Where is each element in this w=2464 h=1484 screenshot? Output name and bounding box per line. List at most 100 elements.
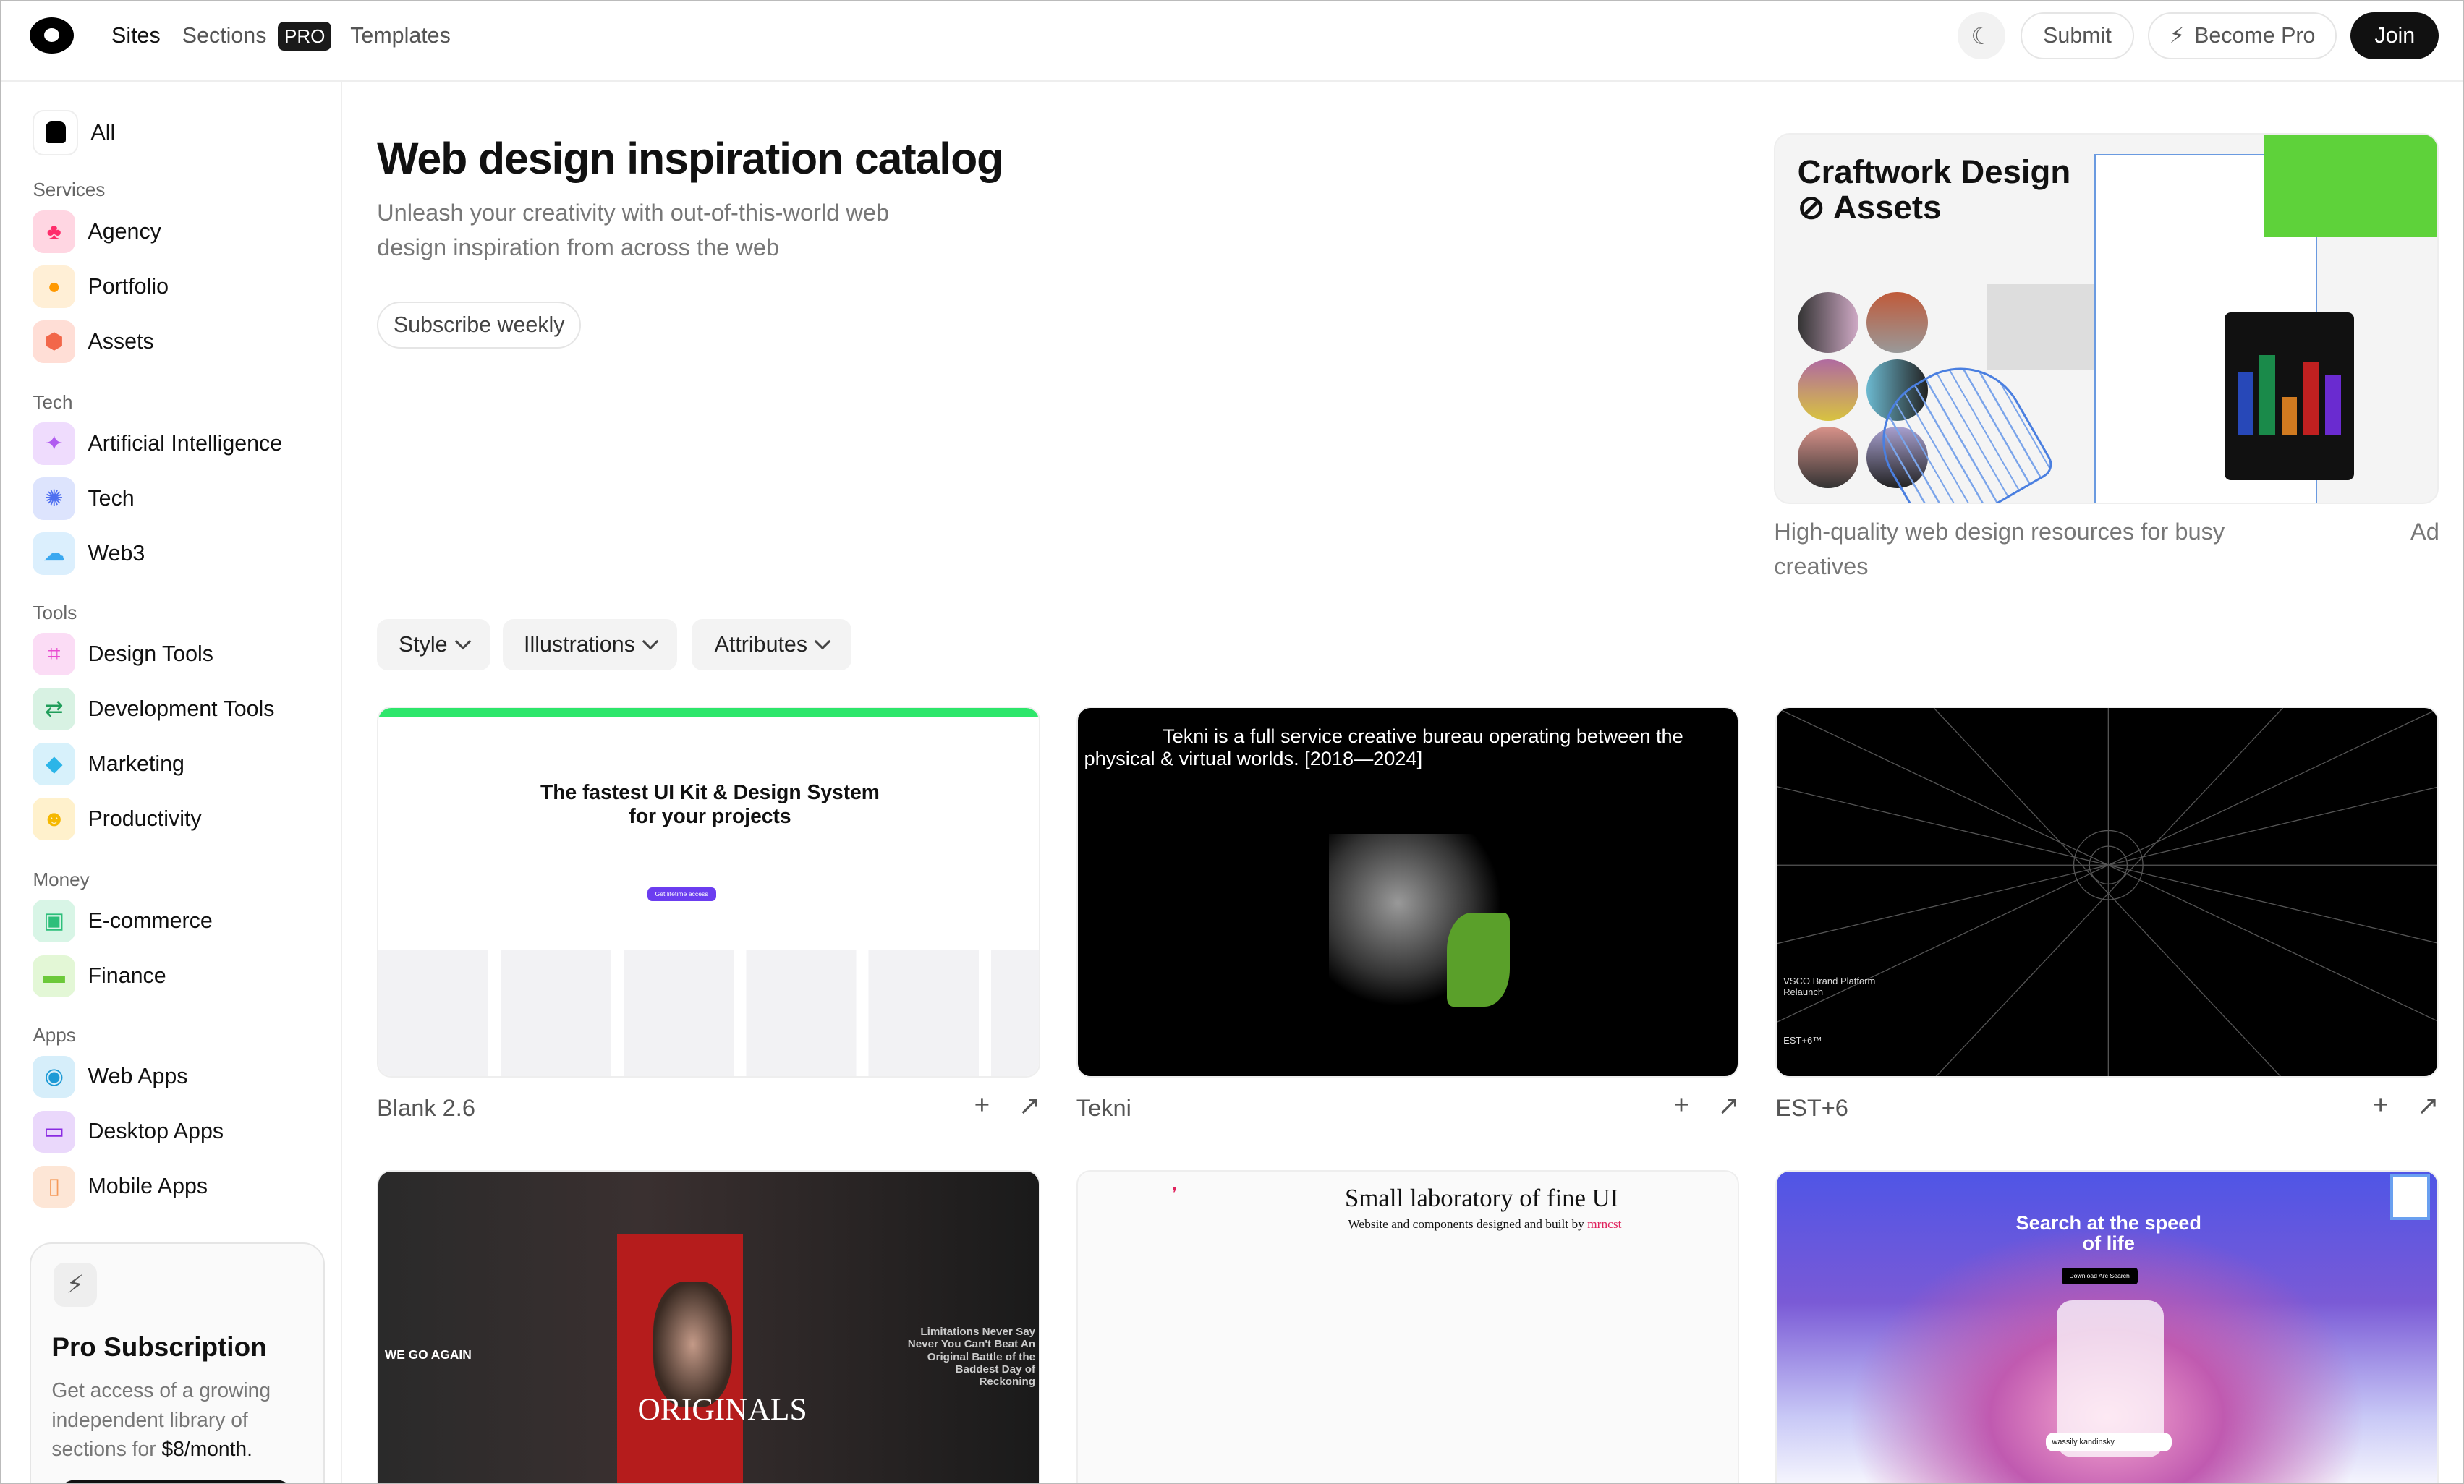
sidebar-item-agency[interactable]: ♣ Agency <box>33 210 161 253</box>
sidebar-item-productivity[interactable]: ☻ Productivity <box>33 798 202 840</box>
become-pro-label: Become Pro <box>2194 23 2316 48</box>
chevron-down-icon <box>642 633 659 650</box>
thumb-side-text: Limitations Never Say Never You Can't Be… <box>907 1325 1036 1389</box>
nav-sites[interactable]: Sites <box>111 23 161 48</box>
sidebar-item-web3[interactable]: ☁ Web3 <box>33 532 145 575</box>
qr-code-icon <box>2389 1174 2431 1220</box>
sidebar-item-marketing[interactable]: ◆ Marketing <box>33 743 184 785</box>
theme-toggle-button[interactable]: ☾ <box>1958 12 2005 60</box>
category-icon: ⇄ <box>33 688 76 730</box>
nav-sections[interactable]: Sections <box>182 23 267 48</box>
category-icon: ⌗ <box>33 633 76 675</box>
site-thumbnail-arc-search[interactable]: Search at the speed of life Download Arc… <box>1775 1170 2439 1483</box>
sidebar-item-label: Design Tools <box>88 641 213 667</box>
filter-style-dropdown[interactable]: Style <box>377 618 490 671</box>
page-subtitle: Unleash your creativity with out-of-this… <box>377 200 890 261</box>
site-name[interactable]: Blank 2.6 <box>377 1095 475 1122</box>
ad-brand-suffix: Assets <box>1832 189 1942 226</box>
ad-brand-name: Craftwork Design <box>1797 153 2071 190</box>
site-name[interactable]: EST+6 <box>1775 1095 1848 1122</box>
sidebar-item-tech[interactable]: ✺ Tech <box>33 477 135 520</box>
site-thumbnail-est6[interactable]: VSCO Brand Platform Relaunch EST+6™ <box>1775 707 2439 1078</box>
sidebar-item-web-apps[interactable]: ◉ Web Apps <box>33 1055 188 1099</box>
thumb-headline: The fastest UI Kit & Design System for y… <box>540 780 880 827</box>
pro-card-price: $8/month <box>161 1436 247 1460</box>
submit-button[interactable]: Submit <box>2021 12 2134 60</box>
category-icon: ▯ <box>33 1165 76 1208</box>
filter-illustrations-dropdown[interactable]: Illustrations <box>502 618 678 671</box>
thumb-previews <box>378 950 1039 1076</box>
category-icon: ▣ <box>33 900 76 943</box>
nav-templates[interactable]: Templates <box>350 23 451 48</box>
sidebar-item-assets[interactable]: ⬢ Assets <box>33 320 154 363</box>
sidebar-item-portfolio[interactable]: ● Portfolio <box>33 265 169 308</box>
sidebar-item-artificial-intelligence[interactable]: ✦ Artificial Intelligence <box>33 422 282 465</box>
thumb-sub: Website and components designed and buil… <box>1348 1217 1621 1232</box>
filter-attributes-dropdown[interactable]: Attributes <box>691 618 852 671</box>
thumb-sub: EST+6™ <box>1783 1035 1822 1046</box>
subscribe-weekly-button[interactable]: Subscribe weekly <box>377 301 582 349</box>
arrow-up-right-icon[interactable]: ↗ <box>1717 1090 1740 1121</box>
craftwork-logo-icon: ⊘ <box>1797 189 1825 226</box>
sidebar-item-mobile-apps[interactable]: ▯ Mobile Apps <box>33 1165 208 1208</box>
pro-card-button[interactable] <box>53 1479 299 1483</box>
sidebar-item-desktop-apps[interactable]: ▭ Desktop Apps <box>33 1110 224 1153</box>
sidebar-item-all[interactable]: All <box>33 109 115 155</box>
sidebar-item-development-tools[interactable]: ⇄ Development Tools <box>33 688 275 730</box>
sidebar-item-label: Productivity <box>88 806 202 832</box>
site-thumbnail-tekni[interactable]: Tekni is a full service creative bureau … <box>1076 707 1740 1078</box>
chevron-down-icon <box>454 633 471 650</box>
sidebar-item-label: Agency <box>88 218 161 244</box>
sidebar-item-label: Mobile Apps <box>88 1174 208 1199</box>
ad-tag: Ad <box>2410 519 2439 545</box>
sidebar-item-label: Marketing <box>88 751 184 777</box>
moon-icon: ☾ <box>1971 22 1992 49</box>
thumb-cta: Download Arc Search <box>2061 1267 2138 1284</box>
site-thumbnail-blank[interactable]: The fastest UI Kit & Design System for y… <box>377 707 1040 1078</box>
sidebar-item-label: Desktop Apps <box>88 1119 224 1144</box>
thumb-headline: VSCO Brand Platform Relaunch <box>1783 975 1876 997</box>
sidebar-item-label: Finance <box>88 963 166 989</box>
sidebar-section-title: Apps <box>33 1024 76 1046</box>
plus-icon[interactable]: + <box>974 1090 990 1120</box>
page: Sites Sections PRO Templates ☾ Submit ⚡︎… <box>0 0 2464 1484</box>
ad-caption: High-quality web design resources for bu… <box>1774 519 2225 580</box>
sidebar-item-label: Assets <box>88 328 154 354</box>
thumb-headline: ORIGINALS <box>637 1392 807 1428</box>
sidebar-item-finance[interactable]: ▬ Finance <box>33 955 166 998</box>
subscribe-label: Subscribe weekly <box>393 312 565 337</box>
category-icon: ▬ <box>33 955 76 998</box>
category-icon: ☁ <box>33 532 76 575</box>
arrow-up-right-icon[interactable]: ↗ <box>1018 1090 1040 1121</box>
join-button[interactable]: Join <box>2350 12 2439 60</box>
logo-icon: ❜ <box>1172 1184 1178 1203</box>
sidebar-section-title: Services <box>33 179 106 201</box>
filter-label: Illustrations <box>524 632 635 657</box>
site-thumbnail-originals[interactable]: WE GO AGAIN ORIGINALS Limitations Never … <box>377 1170 1040 1483</box>
ad-brand: Craftwork Design ⊘ Assets <box>1797 153 2096 226</box>
filter-label: Attributes <box>714 632 808 657</box>
pro-card-title: Pro Subscription <box>51 1331 267 1362</box>
sidebar-item-e-commerce[interactable]: ▣ E-commerce <box>33 900 213 943</box>
site-thumbnail-fine-ui[interactable]: ❜ Small laboratory of fine UI Website an… <box>1076 1170 1740 1483</box>
plus-icon[interactable]: + <box>2373 1090 2389 1120</box>
sidebar-item-label: Tech <box>88 485 135 511</box>
plus-icon[interactable]: + <box>1673 1090 1689 1120</box>
thumb-radial-lines <box>1777 708 2438 1076</box>
logo-icon[interactable] <box>30 17 74 54</box>
submit-label: Submit <box>2043 23 2112 48</box>
pro-badge: PRO <box>278 22 332 51</box>
thumb-headline: Tekni is a full service creative bureau … <box>1084 725 1683 769</box>
category-icon: ♣ <box>33 210 76 253</box>
category-icon: ◉ <box>33 1055 76 1099</box>
sidebar-item-design-tools[interactable]: ⌗ Design Tools <box>33 633 213 675</box>
ad-banner[interactable]: Craftwork Design ⊘ Assets <box>1774 133 2439 505</box>
page-title: Web design inspiration catalog <box>377 134 1003 184</box>
become-pro-button[interactable]: ⚡︎ Become Pro <box>2148 12 2337 60</box>
filter-label: Style <box>399 632 448 657</box>
site-name[interactable]: Tekni <box>1076 1095 1131 1122</box>
thumb-author: mrncst <box>1587 1217 1622 1232</box>
sidebar-section-title: Tech <box>33 391 73 413</box>
lightning-icon: ⚡︎ <box>53 1263 98 1307</box>
arrow-up-right-icon[interactable]: ↗ <box>2417 1090 2439 1121</box>
